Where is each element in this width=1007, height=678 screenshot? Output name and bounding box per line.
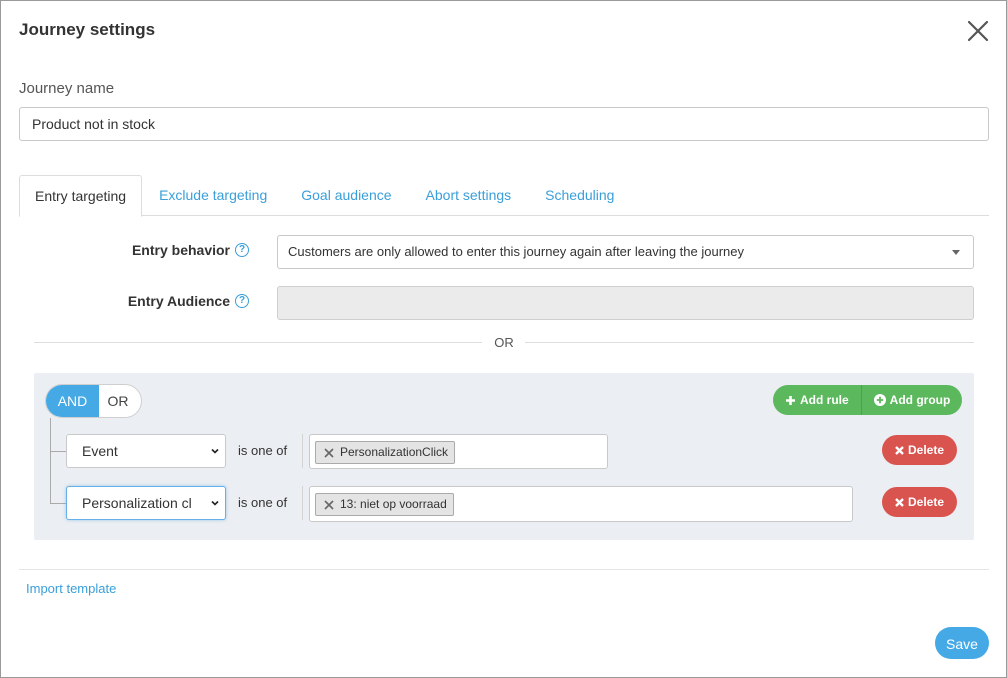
add-group-button[interactable]: Add group [860, 385, 963, 415]
tab-goal-audience[interactable]: Goal audience [284, 175, 408, 216]
or-separator: OR [494, 335, 514, 350]
rule-field-value: Event [82, 443, 118, 459]
tree-branch [50, 503, 66, 504]
rule-operator: is one of [238, 495, 288, 510]
tab-scheduling[interactable]: Scheduling [528, 175, 631, 216]
entry-behavior-label-row: Entry behavior ? [21, 242, 249, 262]
help-icon[interactable]: ? [235, 243, 249, 257]
add-rule-label: Add rule [800, 393, 849, 407]
add-rule-button[interactable]: Add rule [773, 385, 861, 415]
times-icon [895, 497, 904, 507]
delete-label: Delete [907, 443, 945, 457]
rule-builder: AND OR Add rule Add group Event is one o… [34, 373, 974, 540]
add-group-label: Add group [889, 393, 951, 407]
entry-audience-label: Entry Audience [127, 293, 230, 309]
settings-tabs: Entry targeting Exclude targeting Goal a… [19, 175, 989, 217]
remove-chip-icon[interactable] [324, 499, 334, 510]
entry-behavior-select[interactable]: Customers are only allowed to enter this… [277, 235, 974, 269]
journey-settings-dialog: Journey settings Journey name Entry targ… [0, 0, 1007, 678]
condition-toggle: AND OR [45, 384, 142, 418]
rule-operator: is one of [238, 443, 288, 458]
rule-field-value: Personalization cl [82, 495, 192, 511]
divider-left [34, 342, 482, 343]
times-icon [895, 445, 904, 455]
import-template-link[interactable]: Import template [26, 581, 116, 596]
rule-value-input[interactable]: PersonalizationClick [309, 434, 608, 469]
tree-branch [50, 451, 66, 452]
chevron-down-icon [211, 448, 219, 454]
caret-down-icon [952, 250, 960, 255]
tab-entry-targeting[interactable]: Entry targeting [19, 175, 143, 217]
dialog-title: Journey settings [19, 20, 156, 39]
help-icon[interactable]: ? [235, 294, 249, 308]
and-toggle[interactable]: AND [46, 385, 99, 417]
value-chip-label: PersonalizationClick [340, 445, 449, 459]
journey-name-label: Journey name [19, 80, 115, 97]
close-icon[interactable] [966, 19, 990, 43]
footer-divider [19, 569, 989, 570]
tree-line [50, 418, 51, 503]
tab-exclude-targeting[interactable]: Exclude targeting [142, 175, 284, 216]
rule-separator [302, 434, 303, 468]
delete-rule-button[interactable]: Delete [882, 435, 957, 465]
value-chip-label: 13: niet op voorraad [340, 497, 447, 511]
delete-label: Delete [907, 495, 945, 509]
entry-audience-label-row: Entry Audience ? [21, 293, 249, 313]
or-toggle[interactable]: OR [99, 385, 141, 417]
add-button-group: Add rule Add group [773, 385, 963, 415]
delete-rule-button[interactable]: Delete [882, 487, 957, 517]
divider-right [525, 342, 974, 343]
entry-audience-field [277, 286, 974, 320]
save-button[interactable]: Save [935, 627, 989, 659]
entry-behavior-label: Entry behavior [131, 242, 230, 258]
rule-separator [302, 486, 303, 520]
chevron-down-icon [211, 500, 219, 506]
entry-behavior-value: Customers are only allowed to enter this… [288, 244, 744, 259]
plus-circle-icon [873, 394, 886, 406]
plus-icon [786, 395, 795, 405]
rule-value-input[interactable]: 13: niet op voorraad [309, 486, 853, 522]
tab-abort-settings[interactable]: Abort settings [409, 175, 529, 216]
rule-field-select[interactable]: Personalization cl [66, 486, 226, 520]
journey-name-input[interactable] [19, 107, 989, 141]
value-chip: PersonalizationClick [315, 441, 456, 464]
value-chip: 13: niet op voorraad [315, 493, 454, 516]
remove-chip-icon[interactable] [324, 447, 334, 458]
rule-field-select[interactable]: Event [66, 434, 226, 468]
